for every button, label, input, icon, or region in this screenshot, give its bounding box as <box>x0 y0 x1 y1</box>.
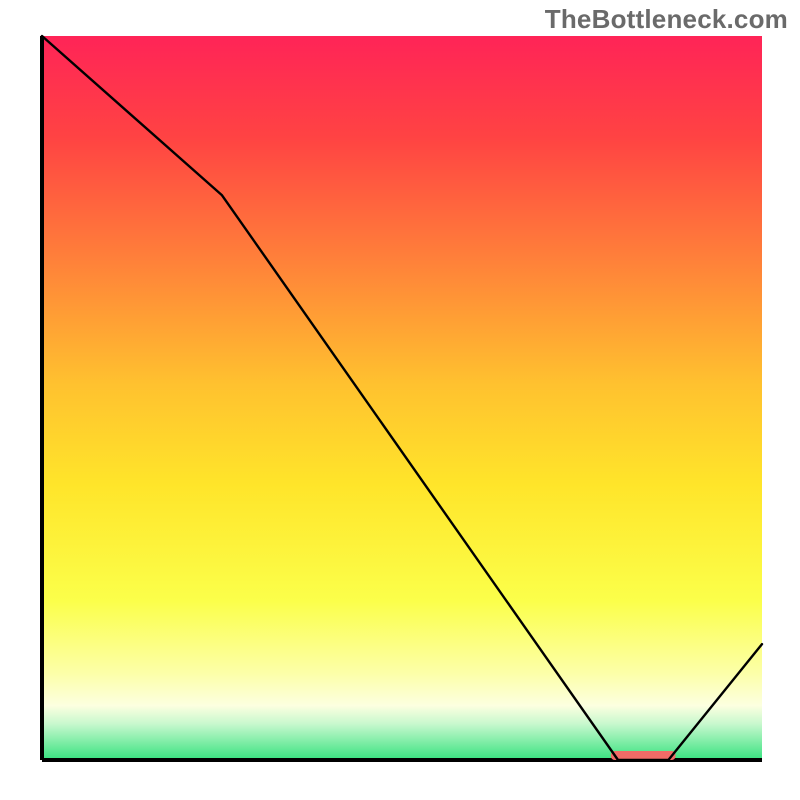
chart-root: TheBottleneck.com <box>0 0 800 800</box>
plot-background <box>42 36 762 760</box>
highlight-band <box>611 751 676 760</box>
watermark-text: TheBottleneck.com <box>545 4 788 35</box>
bottleneck-chart <box>0 0 800 800</box>
